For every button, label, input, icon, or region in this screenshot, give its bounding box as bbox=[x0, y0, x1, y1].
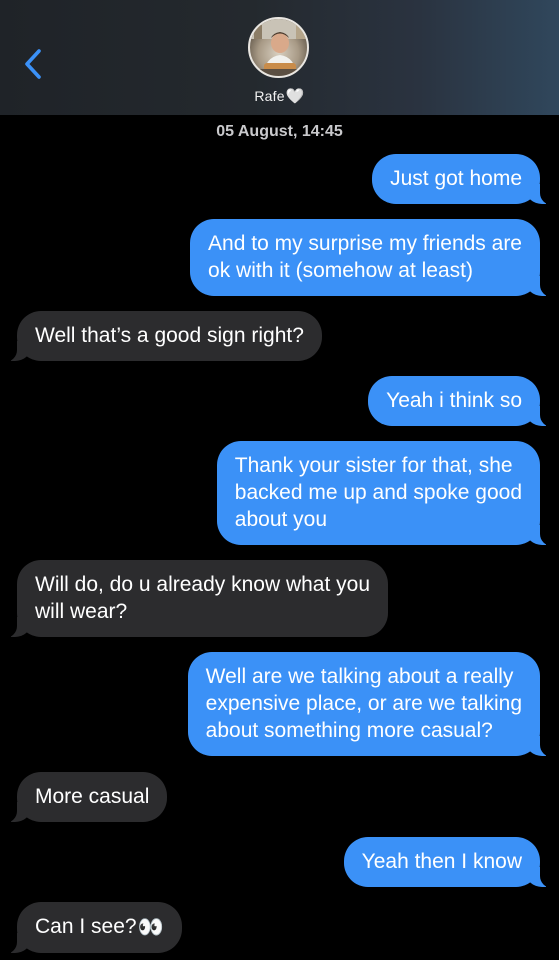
message-line: expensive place, or are we talking bbox=[205, 692, 522, 715]
outgoing-message[interactable]: Well are we talking about a really expen… bbox=[187, 652, 559, 757]
chevron-left-icon bbox=[25, 49, 41, 79]
message-line: ok with it (somehow at least) bbox=[208, 259, 473, 282]
contact-name[interactable]: Rafe🤍 bbox=[0, 87, 559, 105]
message-line: Thank your sister for that, she bbox=[234, 454, 513, 477]
eyes-emoji-icon: 👀 bbox=[137, 915, 164, 939]
incoming-message[interactable]: Well that’s a good sign right? bbox=[0, 311, 322, 362]
message-line: about something more casual? bbox=[205, 719, 493, 742]
message-line: Well are we talking about a really bbox=[205, 665, 514, 688]
message-line: Yeah then I know bbox=[361, 850, 522, 873]
chat-header: Rafe🤍 bbox=[0, 0, 559, 115]
outgoing-message[interactable]: Yeah i think so bbox=[368, 376, 558, 427]
message-line: Yeah i think so bbox=[386, 389, 522, 412]
message-line: Well that’s a good sign right? bbox=[35, 324, 304, 347]
message-text: Can I see? bbox=[35, 915, 137, 938]
incoming-message[interactable]: More casual bbox=[0, 772, 168, 823]
message-line: Can I see?👀 bbox=[35, 913, 164, 941]
contact-name-text: Rafe bbox=[254, 88, 285, 104]
message-line: Will do, do u already know what you bbox=[35, 573, 371, 596]
outgoing-message[interactable]: Just got home bbox=[372, 154, 558, 205]
avatar[interactable] bbox=[248, 17, 309, 78]
outgoing-message[interactable]: Thank your sister for that, she backed m… bbox=[216, 441, 559, 546]
message-line: backed me up and spoke good bbox=[234, 481, 522, 504]
avatar-photo bbox=[250, 19, 307, 76]
white-heart-icon: 🤍 bbox=[285, 88, 305, 105]
message-line: And to my surprise my friends are bbox=[208, 232, 522, 255]
incoming-message[interactable]: Will do, do u already know what you will… bbox=[0, 560, 389, 638]
message-line: will wear? bbox=[35, 600, 128, 623]
message-line: More casual bbox=[35, 785, 150, 808]
outgoing-message[interactable]: And to my surprise my friends are ok wit… bbox=[190, 219, 558, 297]
message-timestamp: 05 August, 14:45 bbox=[216, 123, 343, 140]
back-button[interactable] bbox=[18, 44, 48, 84]
outgoing-message[interactable]: Yeah then I know bbox=[343, 837, 559, 888]
message-line: about you bbox=[234, 508, 328, 531]
incoming-message[interactable]: Can I see?👀 bbox=[0, 902, 182, 954]
message-line: Just got home bbox=[390, 167, 522, 190]
